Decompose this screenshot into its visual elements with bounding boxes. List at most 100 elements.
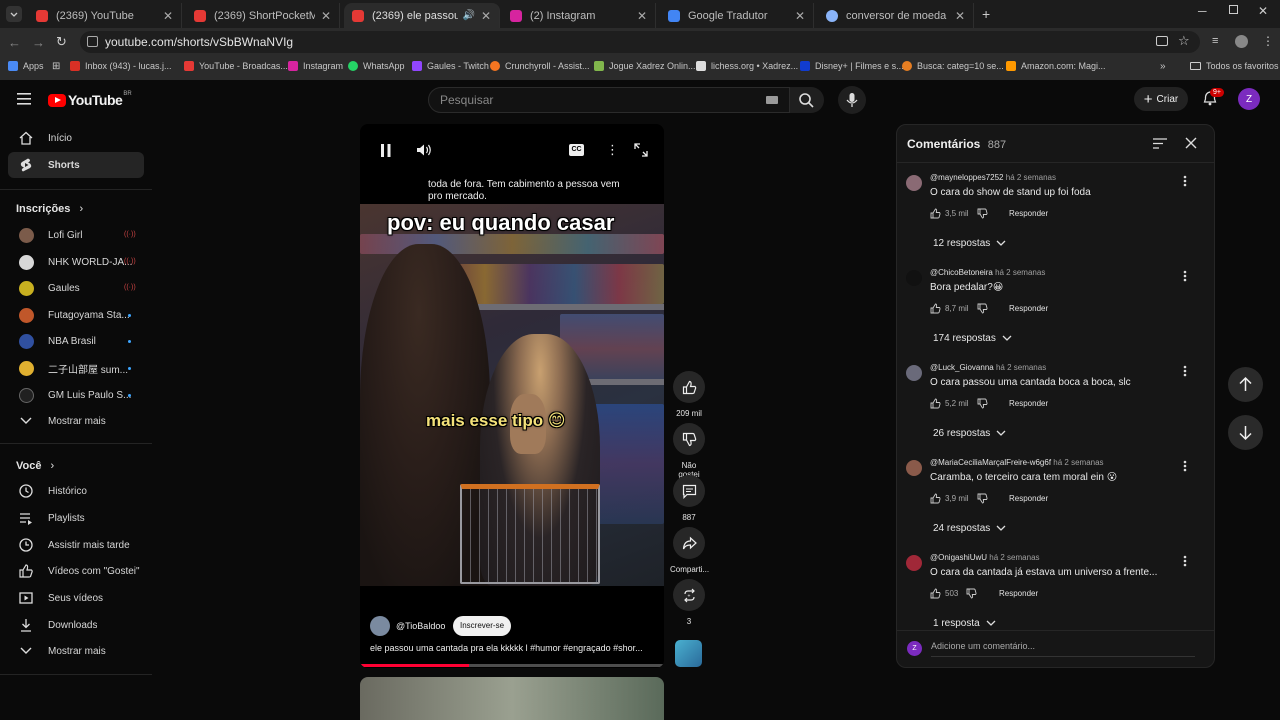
reply-button[interactable]: Responder bbox=[1009, 209, 1048, 218]
voice-search-button[interactable] bbox=[838, 86, 866, 114]
bookmark-item[interactable]: Busca: categ=10 se... bbox=[902, 61, 1004, 71]
bookmark-item[interactable]: Inbox (943) - lucas.j... bbox=[70, 61, 172, 71]
dislike-comment-icon[interactable] bbox=[977, 398, 988, 409]
like-comment-icon[interactable] bbox=[930, 208, 941, 219]
like-button[interactable] bbox=[673, 371, 705, 403]
extensions-icon[interactable]: ≡ bbox=[1212, 35, 1218, 47]
browser-tab[interactable]: Google Tradutor ✕ bbox=[660, 3, 814, 28]
dislike-button[interactable] bbox=[673, 423, 705, 455]
bookmark-item[interactable]: Instagram bbox=[288, 61, 343, 71]
sidebar-item-history[interactable]: Histórico bbox=[8, 478, 144, 504]
install-app-icon[interactable] bbox=[1156, 36, 1168, 46]
subscriptions-show-more[interactable]: Mostrar mais bbox=[8, 408, 144, 434]
add-comment-input[interactable]: Adicione um comentário... bbox=[931, 641, 1195, 657]
view-replies-button[interactable]: 26 respostas bbox=[933, 428, 1006, 439]
sidebar-channel[interactable]: NBA Brasil bbox=[8, 328, 144, 354]
browser-tab[interactable]: (2) Instagram ✕ bbox=[502, 3, 656, 28]
dislike-comment-icon[interactable] bbox=[977, 303, 988, 314]
sidebar-item-playlists[interactable]: Playlists bbox=[8, 505, 144, 531]
captions-button[interactable]: CC bbox=[569, 144, 584, 156]
audio-playing-icon[interactable]: 🔊 bbox=[462, 10, 474, 21]
like-comment-icon[interactable] bbox=[930, 303, 941, 314]
share-action[interactable]: Comparti... bbox=[670, 527, 709, 574]
reply-button[interactable]: Responder bbox=[1009, 494, 1048, 503]
bookmarks-overflow-icon[interactable]: » bbox=[1160, 61, 1166, 72]
share-button[interactable] bbox=[673, 527, 705, 559]
profile-avatar[interactable] bbox=[1235, 35, 1248, 48]
search-button[interactable] bbox=[790, 87, 824, 113]
sidebar-channel[interactable]: GM Luis Paulo S... bbox=[8, 382, 144, 408]
back-icon[interactable]: ← bbox=[8, 35, 21, 50]
more-options-icon[interactable]: ⋮ bbox=[606, 142, 619, 158]
restore-button[interactable] bbox=[1229, 5, 1238, 14]
video-description[interactable]: ele passou uma cantada pra ela kkkkk l #… bbox=[370, 643, 658, 653]
sidebar-item-liked-videos[interactable]: Vídeos com "Gostei" bbox=[8, 558, 144, 584]
notifications-button[interactable]: 9+ bbox=[1202, 88, 1224, 106]
dislike-action[interactable]: Não gostei bbox=[672, 423, 706, 479]
reply-button[interactable]: Responder bbox=[1009, 304, 1048, 313]
comments-action[interactable]: 887 bbox=[672, 475, 706, 522]
sort-comments-button[interactable] bbox=[1153, 138, 1167, 149]
url-field[interactable]: youtube.com/shorts/vSbBWnaNVIg ☆ bbox=[80, 31, 1200, 53]
view-replies-button[interactable]: 24 respostas bbox=[933, 523, 1006, 534]
view-replies-button[interactable]: 174 respostas bbox=[933, 333, 1012, 344]
comment-author[interactable]: @OnigashiUwU há 2 semanas bbox=[930, 553, 1040, 562]
comment-more-icon[interactable] bbox=[1183, 460, 1187, 472]
all-bookmarks-folder[interactable]: Todos os favoritos bbox=[1190, 61, 1279, 71]
commenter-avatar[interactable] bbox=[906, 175, 922, 191]
progress-track[interactable] bbox=[360, 664, 664, 667]
bookmark-item[interactable]: WhatsApp bbox=[348, 61, 405, 71]
view-replies-button[interactable]: 12 respostas bbox=[933, 238, 1006, 249]
comments-button[interactable] bbox=[673, 475, 705, 507]
shorts-video-player[interactable]: CC ⋮ toda de fora. Tem cabimento a pesso… bbox=[360, 124, 664, 668]
bookmark-item[interactable]: Amazon.com: Magi... bbox=[1006, 61, 1106, 71]
sidebar-item-shorts[interactable]: Shorts bbox=[8, 152, 144, 178]
previous-short-button[interactable] bbox=[1228, 367, 1263, 402]
pause-button[interactable] bbox=[380, 144, 392, 157]
reply-button[interactable]: Responder bbox=[1009, 399, 1048, 408]
bookmark-item[interactable]: Gaules - Twitch bbox=[412, 61, 489, 71]
comment-more-icon[interactable] bbox=[1183, 555, 1187, 567]
forward-icon[interactable]: → bbox=[32, 35, 45, 50]
close-window-button[interactable]: ✕ bbox=[1258, 4, 1268, 18]
hamburger-menu-icon[interactable] bbox=[17, 93, 31, 105]
commenter-avatar[interactable] bbox=[906, 365, 922, 381]
close-tab-icon[interactable]: ✕ bbox=[321, 9, 331, 23]
remix-button[interactable]: + bbox=[673, 579, 705, 611]
channel-name[interactable]: @TioBaldoo bbox=[396, 621, 445, 631]
browser-tab[interactable]: (2369) ShortPocketMonster - Yo✕ bbox=[186, 3, 340, 28]
minimize-button[interactable]: ─ bbox=[1198, 4, 1207, 18]
view-replies-button[interactable]: 1 resposta bbox=[933, 618, 996, 629]
close-comments-button[interactable] bbox=[1185, 137, 1197, 149]
volume-button[interactable] bbox=[416, 143, 432, 157]
comment-author[interactable]: @MariaCeciliaMarçalFreire-w6g6f há 2 sem… bbox=[930, 458, 1104, 467]
comment-author[interactable]: @Luck_Giovanna há 2 semanas bbox=[930, 363, 1046, 372]
bookmark-item[interactable]: Jogue Xadrez Onlin... bbox=[594, 61, 696, 71]
close-tab-icon[interactable]: ✕ bbox=[955, 9, 965, 23]
bookmark-star-icon[interactable]: ☆ bbox=[1178, 33, 1190, 49]
close-tab-icon[interactable]: ✕ bbox=[637, 9, 647, 23]
keyboard-icon[interactable] bbox=[766, 96, 778, 104]
commenter-avatar[interactable] bbox=[906, 555, 922, 571]
site-info-icon[interactable] bbox=[87, 36, 98, 47]
close-tab-icon[interactable]: ✕ bbox=[481, 9, 491, 23]
subscribe-button[interactable]: Inscrever-se bbox=[453, 616, 512, 636]
comment-more-icon[interactable] bbox=[1183, 365, 1187, 377]
tab-search-button[interactable] bbox=[6, 6, 22, 22]
sidebar-item-downloads[interactable]: Downloads bbox=[8, 612, 144, 638]
bookmark-item[interactable]: lichess.org • Xadrez... bbox=[696, 61, 798, 71]
youtube-logo[interactable]: YouTube BR bbox=[48, 91, 132, 108]
browser-menu-icon[interactable]: ⋮ bbox=[1262, 34, 1274, 48]
new-tab-button[interactable]: + bbox=[982, 6, 990, 22]
fullscreen-button[interactable] bbox=[634, 143, 648, 157]
sidebar-item-your-videos[interactable]: Seus vídeos bbox=[8, 585, 144, 611]
channel-avatar[interactable] bbox=[370, 616, 390, 636]
browser-tab[interactable]: (2369) YouTube ✕ bbox=[28, 3, 182, 28]
bookmark-grid[interactable]: ⊞ bbox=[52, 61, 60, 72]
bookmark-item[interactable]: Crunchyroll - Assist... bbox=[490, 61, 590, 71]
remix-action[interactable]: + 3 bbox=[672, 579, 706, 626]
dislike-comment-icon[interactable] bbox=[977, 493, 988, 504]
comment-author[interactable]: @mayneloppes7252 há 2 semanas bbox=[930, 173, 1056, 182]
comment-more-icon[interactable] bbox=[1183, 270, 1187, 282]
you-show-more[interactable]: Mostrar mais bbox=[8, 638, 144, 664]
